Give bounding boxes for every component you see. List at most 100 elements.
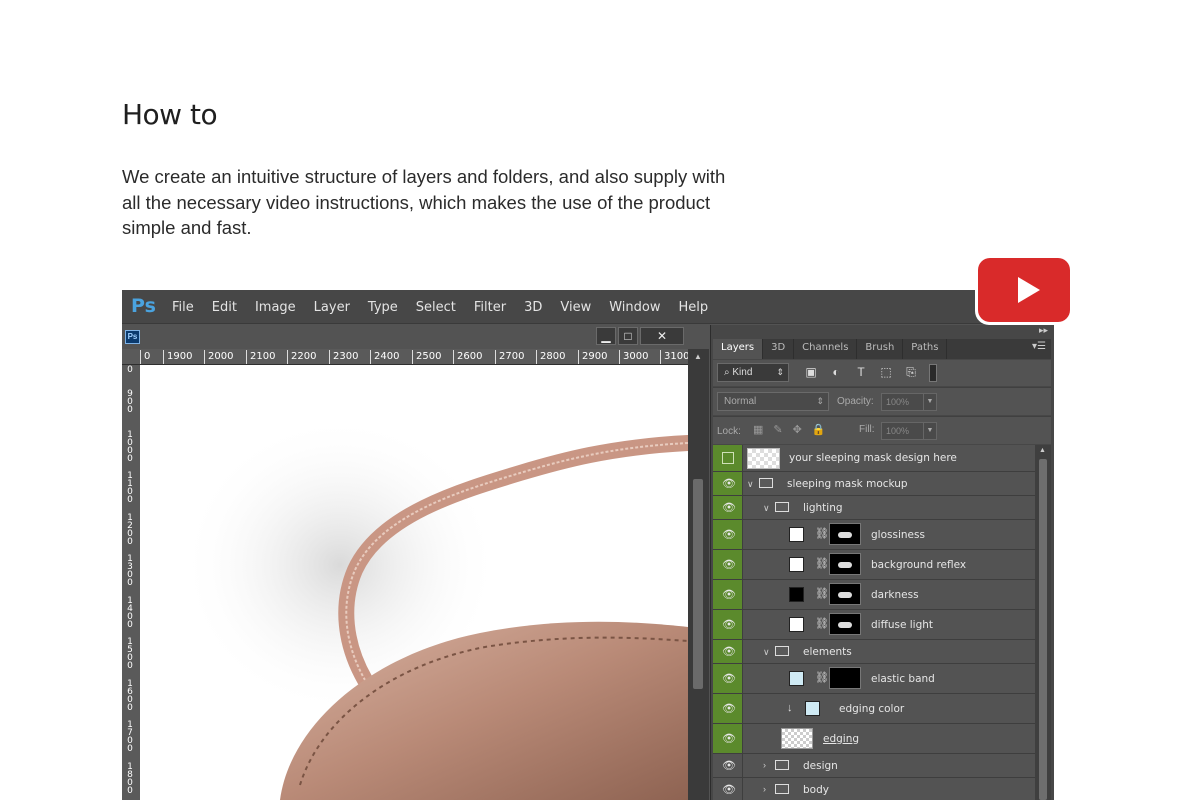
layers-scrollbar[interactable]: ▲: [1035, 445, 1051, 800]
visibility-toggle[interactable]: 👁: [713, 724, 743, 753]
menu-filter[interactable]: Filter: [474, 300, 506, 315]
collapse-icon[interactable]: ▸▸: [1039, 325, 1048, 336]
layers-panel: ▸▸ Layers 3D Channels Brush Paths ▾☰ ⌕ K…: [710, 325, 1054, 800]
layer-row[interactable]: 👁 ⛓ diffuse light: [713, 610, 1035, 640]
link-icon: ⛓: [815, 558, 829, 570]
chevron-down-icon[interactable]: ▼: [923, 422, 937, 440]
link-icon: ⛓: [815, 528, 829, 540]
visibility-toggle[interactable]: 👁: [713, 610, 743, 639]
layer-row[interactable]: 👁 ⛓ glossiness: [713, 520, 1035, 550]
fill-field[interactable]: 100%: [881, 422, 925, 440]
play-icon: [1018, 277, 1040, 303]
chevron-right-icon[interactable]: ›: [763, 784, 766, 794]
layer-row[interactable]: 👁 ∨ elements: [713, 640, 1035, 664]
document-scroll-thumb[interactable]: [693, 479, 703, 689]
pixel-filter-icon[interactable]: ▣: [801, 364, 821, 380]
folder-icon: [759, 478, 773, 488]
chevron-down-icon[interactable]: ∨: [763, 503, 770, 514]
stepper-icon: ⇕: [776, 367, 784, 377]
video-button[interactable]: [975, 255, 1073, 325]
layer-row[interactable]: 👁 edging: [713, 724, 1035, 754]
menu-window[interactable]: Window: [609, 300, 660, 315]
lock-all-icon[interactable]: 🔒: [812, 423, 826, 436]
lock-transparency-icon[interactable]: ▦: [753, 423, 763, 436]
filter-toggle[interactable]: [929, 364, 937, 382]
layer-row[interactable]: 👁 ⛓ elastic band: [713, 664, 1035, 694]
visibility-toggle[interactable]: 👁: [713, 520, 743, 549]
lock-position-icon[interactable]: ✥: [793, 423, 802, 436]
layer-row[interactable]: 👁 › design: [713, 754, 1035, 778]
menu-3d[interactable]: 3D: [524, 300, 542, 315]
visibility-toggle[interactable]: 👁: [713, 580, 743, 609]
chevron-down-icon[interactable]: ∨: [763, 647, 770, 658]
filter-kind-select[interactable]: ⌕ Kind ⇕: [717, 363, 789, 382]
layer-row[interactable]: 👁 ∨ lighting: [713, 496, 1035, 520]
layer-row[interactable]: your sleeping mask design here: [713, 445, 1035, 472]
menu-edit[interactable]: Edit: [212, 300, 237, 315]
layer-row[interactable]: 👁 ∨ sleeping mask mockup: [713, 472, 1035, 496]
layer-thumbnail: [789, 557, 804, 572]
ruler-h-label: 3000: [619, 350, 648, 364]
scroll-up-icon[interactable]: ▲: [1039, 447, 1046, 454]
layers-list: your sleeping mask design here 👁 ∨ sleep…: [713, 445, 1035, 800]
chevron-down-icon[interactable]: ∨: [747, 479, 754, 490]
adjustment-filter-icon[interactable]: ◐: [826, 364, 846, 380]
menu-select[interactable]: Select: [416, 300, 456, 315]
layer-name: elements: [803, 645, 852, 658]
chevron-down-icon[interactable]: ▼: [923, 393, 937, 411]
close-icon[interactable]: ✕: [640, 327, 684, 345]
youtube-play-icon: [978, 258, 1070, 322]
canvas[interactable]: [140, 365, 688, 800]
eye-icon[interactable]: 👁: [722, 760, 736, 772]
type-filter-icon[interactable]: T: [851, 364, 871, 380]
ruler-v-label: 900: [127, 389, 133, 415]
scroll-up-icon[interactable]: ▲: [694, 352, 702, 361]
eye-icon: 👁: [722, 732, 736, 745]
eye-icon: 👁: [722, 645, 736, 658]
shape-filter-icon[interactable]: ⬚: [876, 364, 896, 380]
menu-view[interactable]: View: [560, 300, 591, 315]
panel-tabs: Layers 3D Channels Brush Paths: [713, 339, 1051, 359]
tab-layers[interactable]: Layers: [713, 339, 764, 359]
visibility-toggle[interactable]: 👁: [713, 664, 743, 693]
ruler-corner[interactable]: [122, 349, 140, 365]
ruler-v-label: 1600: [127, 679, 133, 713]
minimize-icon[interactable]: ▁: [596, 327, 616, 345]
tab-paths[interactable]: Paths: [903, 339, 948, 359]
chevron-right-icon[interactable]: ›: [763, 760, 766, 770]
menu-help[interactable]: Help: [679, 300, 709, 315]
link-icon: ⛓: [815, 618, 829, 630]
menu-file[interactable]: File: [172, 300, 194, 315]
visibility-toggle[interactable]: 👁: [713, 472, 743, 495]
tab-brush[interactable]: Brush: [857, 339, 904, 359]
layer-row[interactable]: 👁 ⛓ darkness: [713, 580, 1035, 610]
layer-row[interactable]: 👁 ↓ edging color: [713, 694, 1035, 724]
maximize-icon[interactable]: □: [618, 327, 638, 345]
tab-3d[interactable]: 3D: [763, 339, 795, 359]
document-window: Ps ▁ □ ✕ 0 1900 2000 2100 2200 2300 2400…: [122, 325, 709, 800]
lock-pixels-icon[interactable]: ✎: [773, 423, 782, 436]
visibility-toggle[interactable]: 👁: [713, 496, 743, 519]
document-scrollbar[interactable]: ▲: [688, 349, 709, 800]
smart-object-filter-icon[interactable]: ⎘: [901, 364, 921, 380]
layer-row[interactable]: 👁 › body: [713, 778, 1035, 800]
window-controls: ▁ □ ✕: [596, 327, 686, 345]
panel-menu-icon[interactable]: ▾☰: [1032, 341, 1046, 352]
menu-type[interactable]: Type: [368, 300, 398, 315]
eye-icon[interactable]: 👁: [722, 784, 736, 796]
blend-mode-select[interactable]: Normal ⇕: [717, 392, 829, 411]
visibility-toggle[interactable]: 👁: [713, 550, 743, 579]
clipping-mask-icon: ↓: [787, 702, 793, 714]
menu-layer[interactable]: Layer: [314, 300, 350, 315]
layer-row[interactable]: 👁 ⛓ background reflex: [713, 550, 1035, 580]
eye-icon: 👁: [722, 528, 736, 541]
visibility-toggle[interactable]: 👁: [713, 694, 743, 723]
tab-channels[interactable]: Channels: [794, 339, 858, 359]
menu-image[interactable]: Image: [255, 300, 296, 315]
layers-scroll-thumb[interactable]: [1039, 459, 1047, 800]
opacity-field[interactable]: 100%: [881, 393, 925, 411]
visibility-toggle[interactable]: [713, 445, 743, 471]
eye-icon: 👁: [722, 588, 736, 601]
eye-icon: 👁: [722, 501, 736, 514]
visibility-toggle[interactable]: 👁: [713, 640, 743, 663]
